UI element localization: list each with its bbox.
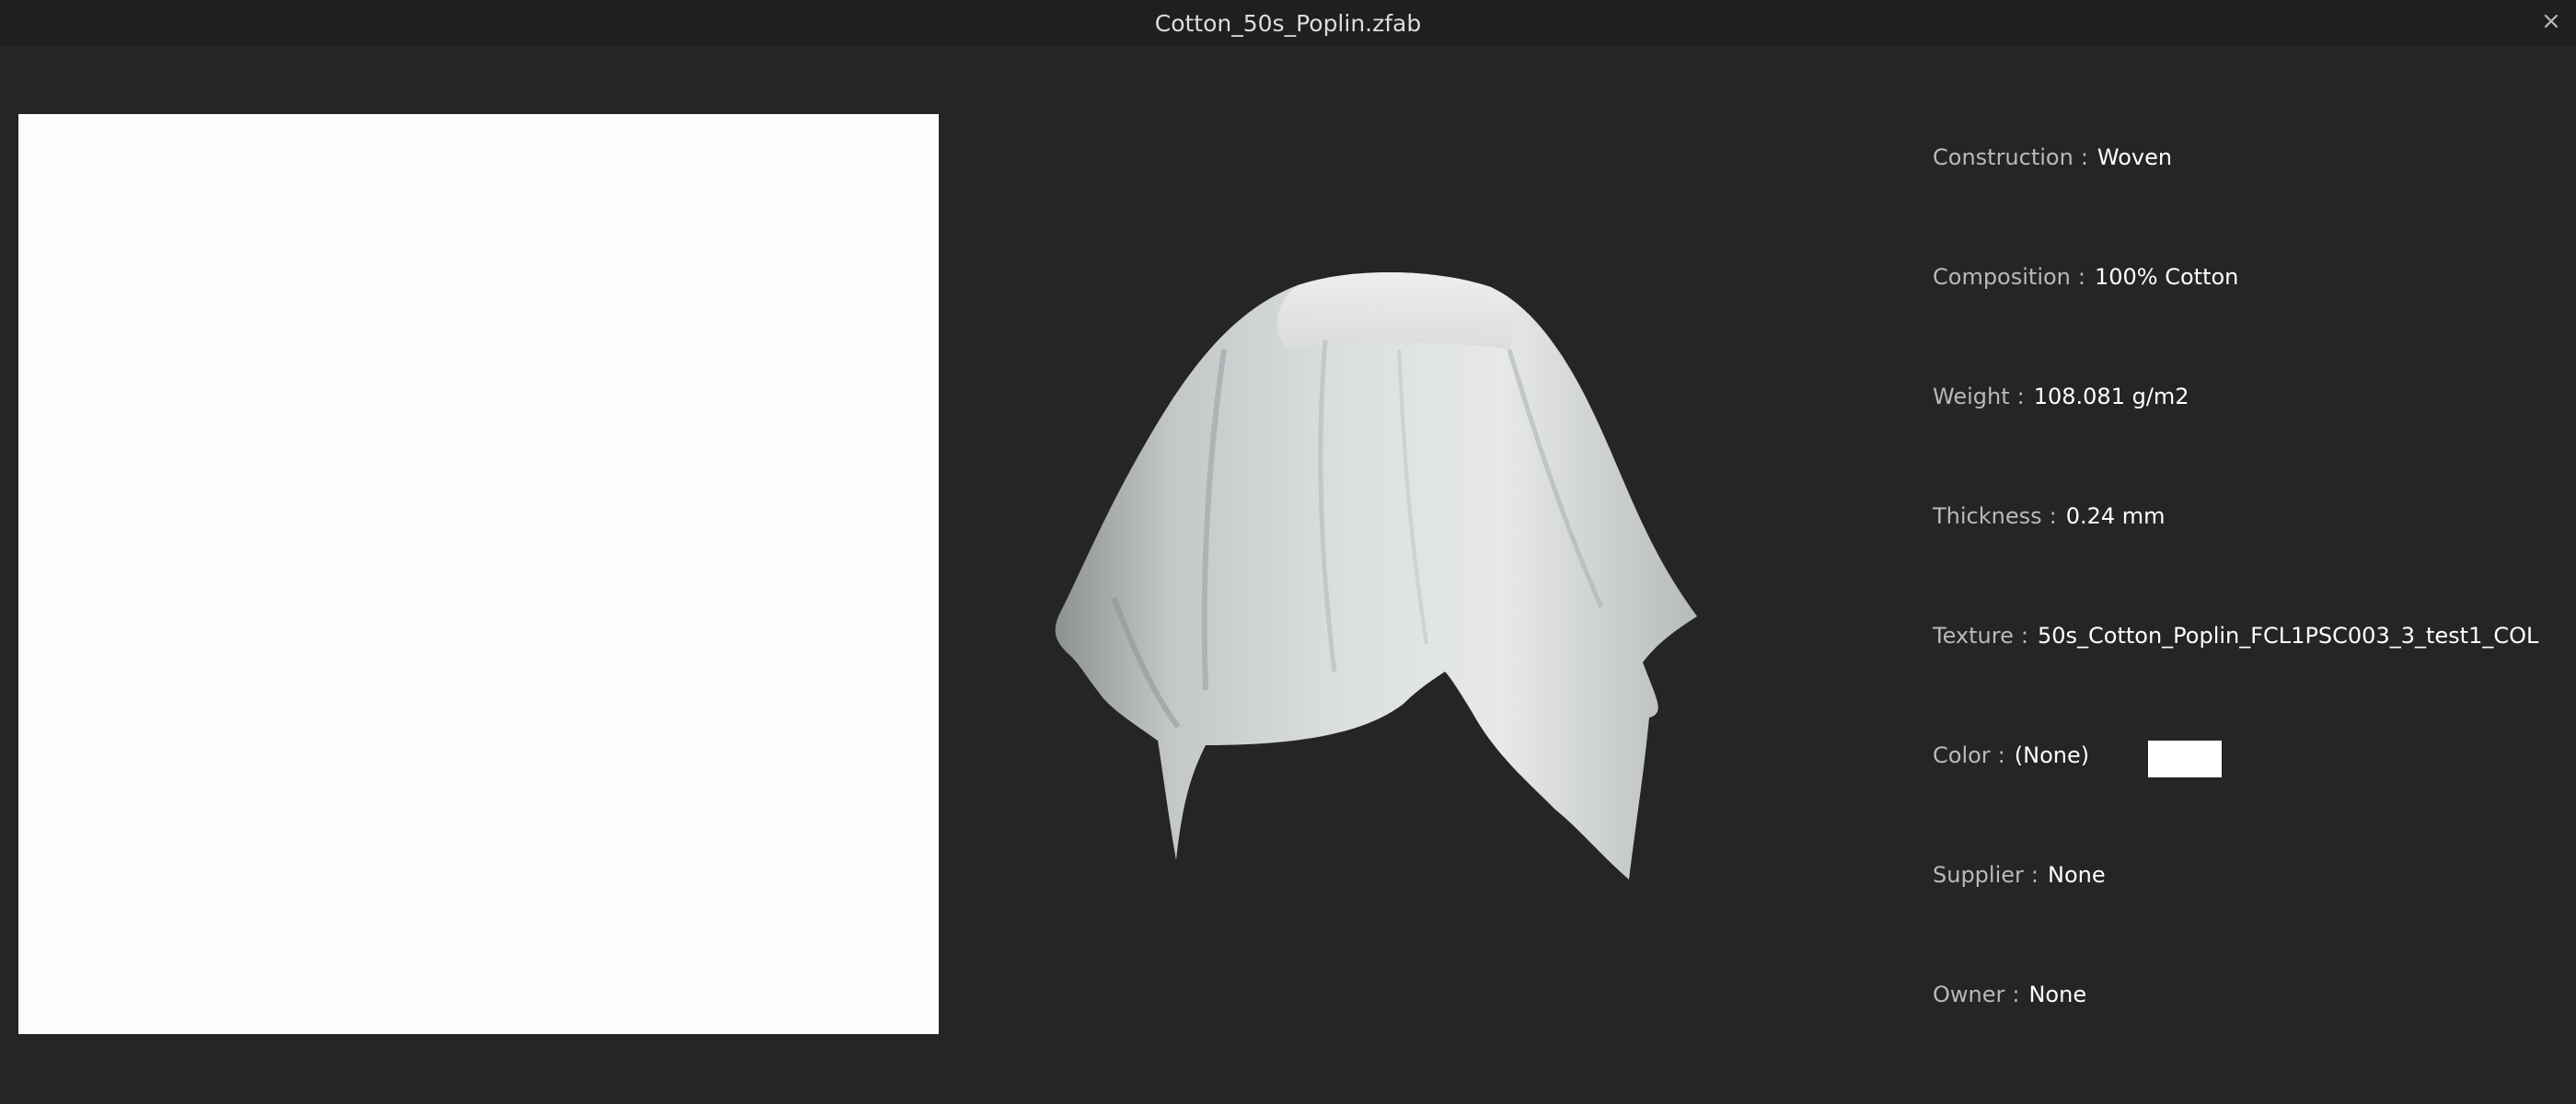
property-separator: :: [2012, 982, 2020, 1007]
property-value: Woven: [2097, 144, 2173, 170]
property-separator: :: [2030, 862, 2039, 888]
property-value: 50s_Cotton_Poplin_FCL1PSC003_3_test1_COL: [2037, 623, 2539, 649]
property-label: Color: [1933, 742, 1991, 768]
property-value: None: [2028, 982, 2087, 1007]
property-separator: :: [2020, 623, 2028, 649]
property-label: Construction: [1933, 144, 2074, 170]
property-value: (None): [2014, 742, 2090, 768]
property-label: Thickness: [1933, 503, 2042, 529]
property-construction: Construction : Woven: [1933, 134, 2172, 180]
property-separator: :: [2049, 503, 2057, 529]
property-color: Color : (None): [1933, 732, 2301, 778]
title-bar: Cotton_50s_Poplin.zfab: [0, 0, 2576, 46]
property-thickness: Thickness : 0.24 mm: [1933, 493, 2166, 539]
property-value: 108.081 g/m2: [2033, 384, 2189, 409]
drape-preview-image: [1055, 271, 1697, 880]
property-label: Weight: [1933, 384, 2010, 409]
property-separator: :: [2077, 264, 2085, 290]
close-icon: [2544, 14, 2559, 29]
close-button[interactable]: [2536, 6, 2567, 37]
property-label: Texture: [1933, 623, 2014, 649]
property-separator: :: [2080, 144, 2088, 170]
fabric-viewer-window: Cotton_50s_Poplin.zfab Construction: Wo…: [0, 0, 2576, 1104]
property-supplier: Supplier : None: [1933, 852, 2106, 898]
property-separator: :: [2016, 384, 2025, 409]
property-weight: Weight : 108.081 g/m2: [1933, 374, 2189, 420]
property-value: 100% Cotton: [2094, 264, 2239, 290]
property-label: Composition: [1933, 264, 2071, 290]
texture-preview: [18, 114, 939, 1034]
color-swatch[interactable]: [2148, 741, 2222, 777]
property-value: None: [2047, 862, 2106, 888]
property-separator: :: [1997, 742, 2005, 768]
property-value: 0.24 mm: [2065, 503, 2166, 529]
property-texture: Texture : 50s_Cotton_Poplin_FCL1PSC003_3…: [1933, 613, 2538, 659]
property-owner: Owner : None: [1933, 972, 2086, 1018]
property-label: Owner: [1933, 982, 2005, 1007]
window-title: Cotton_50s_Poplin.zfab: [1154, 10, 1422, 37]
property-composition: Composition : 100% Cotton: [1933, 254, 2238, 300]
property-label: Supplier: [1933, 862, 2024, 888]
